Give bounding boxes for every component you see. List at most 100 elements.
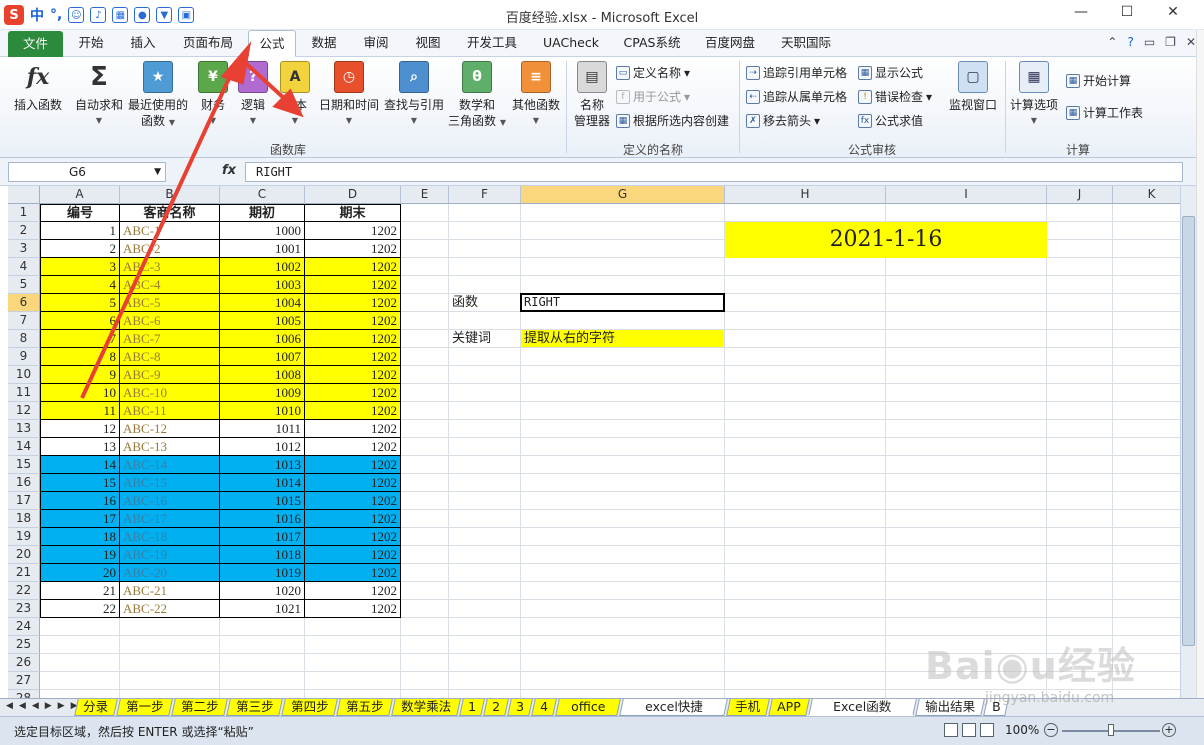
page-layout-view-icon[interactable] xyxy=(962,723,976,737)
tab-data[interactable]: 数据 xyxy=(300,30,348,56)
insert-function-button[interactable]: fx 插入函数 xyxy=(10,61,66,113)
sheet-tab[interactable]: 分录 xyxy=(74,699,118,716)
table-cell-c[interactable]: 1008 xyxy=(220,366,305,384)
table-header-d[interactable]: 期末 xyxy=(305,204,401,222)
sheet-tab[interactable]: 数学乘法 xyxy=(391,699,461,716)
table-cell-a[interactable]: 20 xyxy=(40,564,120,582)
table-cell-d[interactable]: 1202 xyxy=(305,258,401,276)
table-cell-c[interactable]: 1003 xyxy=(220,276,305,294)
sheet-tab[interactable]: 3 xyxy=(507,699,533,716)
tab-uacheck[interactable]: UACheck xyxy=(532,30,610,56)
row-header-14[interactable]: 14 xyxy=(8,438,40,456)
table-cell-d[interactable]: 1202 xyxy=(305,348,401,366)
table-cell-d[interactable]: 1202 xyxy=(305,528,401,546)
tab-insert[interactable]: 插入 xyxy=(120,30,166,56)
table-cell-a[interactable]: 9 xyxy=(40,366,120,384)
column-header-k[interactable]: K xyxy=(1113,186,1180,204)
table-cell-a[interactable]: 2 xyxy=(40,240,120,258)
tab-home[interactable]: 开始 xyxy=(68,30,114,56)
table-cell-b[interactable]: ABC-17 xyxy=(120,510,220,528)
column-header-f[interactable]: F xyxy=(449,186,521,204)
tab-view[interactable]: 视图 xyxy=(404,30,452,56)
table-cell-a[interactable]: 13 xyxy=(40,438,120,456)
table-cell-b[interactable]: ABC-18 xyxy=(120,528,220,546)
tab-review[interactable]: 审阅 xyxy=(352,30,400,56)
logical-button[interactable]: ? 逻辑 ▼ xyxy=(236,61,270,129)
row-header-20[interactable]: 20 xyxy=(8,546,40,564)
tab-developer[interactable]: 开发工具 xyxy=(456,30,528,56)
table-cell-d[interactable]: 1202 xyxy=(305,276,401,294)
evaluate-formula-button[interactable]: fx 公式求值 xyxy=(858,111,923,131)
table-cell-c[interactable]: 1015 xyxy=(220,492,305,510)
row-header-3[interactable]: 3 xyxy=(8,240,40,258)
row-header-15[interactable]: 15 xyxy=(8,456,40,474)
row-header-4[interactable]: 4 xyxy=(8,258,40,276)
table-cell-a[interactable]: 8 xyxy=(40,348,120,366)
table-cell-c[interactable]: 1021 xyxy=(220,600,305,618)
table-cell-b[interactable]: ABC-15 xyxy=(120,474,220,492)
table-cell-d[interactable]: 1202 xyxy=(305,492,401,510)
table-cell-a[interactable]: 6 xyxy=(40,312,120,330)
table-cell-d[interactable]: 1202 xyxy=(305,438,401,456)
chevron-down-icon[interactable]: ▼ xyxy=(154,163,161,181)
row-header-11[interactable]: 11 xyxy=(8,384,40,402)
minimize-icon[interactable]: — xyxy=(1066,4,1096,24)
sheet-tab[interactable]: 第二步 xyxy=(171,699,228,716)
row-header-28[interactable]: 28 xyxy=(8,690,40,698)
column-header-h[interactable]: H xyxy=(725,186,886,204)
tab-tianzhi[interactable]: 天职国际 xyxy=(770,30,842,56)
table-cell-b[interactable]: ABC-7 xyxy=(120,330,220,348)
row-header-26[interactable]: 26 xyxy=(8,654,40,672)
table-cell-b[interactable]: ABC-1 xyxy=(120,222,220,240)
tab-cpas[interactable]: CPAS系统 xyxy=(614,30,690,56)
table-cell-d[interactable]: 1202 xyxy=(305,366,401,384)
table-cell-d[interactable]: 1202 xyxy=(305,564,401,582)
table-cell-c[interactable]: 1018 xyxy=(220,546,305,564)
row-header-6[interactable]: 6 xyxy=(8,294,40,312)
table-cell-c[interactable]: 1007 xyxy=(220,348,305,366)
table-cell-d[interactable]: 1202 xyxy=(305,384,401,402)
table-cell-a[interactable]: 21 xyxy=(40,582,120,600)
table-cell-b[interactable]: ABC-9 xyxy=(120,366,220,384)
restore-doc-icon[interactable]: ❐ xyxy=(1165,35,1176,49)
table-cell-c[interactable]: 1005 xyxy=(220,312,305,330)
row-header-10[interactable]: 10 xyxy=(8,366,40,384)
row-header-12[interactable]: 12 xyxy=(8,402,40,420)
sheet-tab[interactable]: APP xyxy=(768,699,810,716)
table-cell-a[interactable]: 22 xyxy=(40,600,120,618)
table-cell-b[interactable]: ABC-5 xyxy=(120,294,220,312)
close-doc-icon[interactable]: ✕ xyxy=(1186,35,1196,49)
worksheet-grid[interactable]: ABCDEFGHIJK 1 2 3 4 5 6 7 8 9 10 11 12 13 14 15 16 17 18 1… xyxy=(8,186,1180,698)
table-cell-c[interactable]: 1016 xyxy=(220,510,305,528)
maximize-icon[interactable]: ☐ xyxy=(1112,4,1142,24)
table-cell-b[interactable]: ABC-16 xyxy=(120,492,220,510)
collapse-ribbon-icon[interactable]: ⌃ xyxy=(1107,35,1117,49)
row-header-25[interactable]: 25 xyxy=(8,636,40,654)
table-cell-d[interactable]: 1202 xyxy=(305,600,401,618)
table-cell-a[interactable]: 10 xyxy=(40,384,120,402)
table-cell-c[interactable]: 1000 xyxy=(220,222,305,240)
table-cell-a[interactable]: 17 xyxy=(40,510,120,528)
help-icon[interactable]: ? xyxy=(1127,35,1133,49)
sheet-tab[interactable]: 输出结果 xyxy=(915,699,985,716)
table-cell-c[interactable]: 1014 xyxy=(220,474,305,492)
table-cell-c[interactable]: 1006 xyxy=(220,330,305,348)
datetime-button[interactable]: ◷ 日期和时间 ▼ xyxy=(316,61,382,129)
vertical-scrollbar[interactable] xyxy=(1180,186,1196,698)
table-header-a[interactable]: 编号 xyxy=(40,204,120,222)
column-header-g[interactable]: G xyxy=(521,186,725,204)
active-cell-g6[interactable]: RIGHT xyxy=(520,293,725,312)
table-cell-a[interactable]: 14 xyxy=(40,456,120,474)
table-cell-d[interactable]: 1202 xyxy=(305,240,401,258)
column-header-i[interactable]: I xyxy=(886,186,1047,204)
table-cell-d[interactable]: 1202 xyxy=(305,456,401,474)
sheet-tab[interactable]: excel快捷 xyxy=(619,699,728,716)
table-cell-b[interactable]: ABC-11 xyxy=(120,402,220,420)
table-cell-b[interactable]: ABC-13 xyxy=(120,438,220,456)
table-cell-b[interactable]: ABC-3 xyxy=(120,258,220,276)
table-header-b[interactable]: 客商名称 xyxy=(120,204,220,222)
row-header-23[interactable]: 23 xyxy=(8,600,40,618)
row-header-16[interactable]: 16 xyxy=(8,474,40,492)
table-cell-c[interactable]: 1010 xyxy=(220,402,305,420)
column-header-e[interactable]: E xyxy=(401,186,449,204)
